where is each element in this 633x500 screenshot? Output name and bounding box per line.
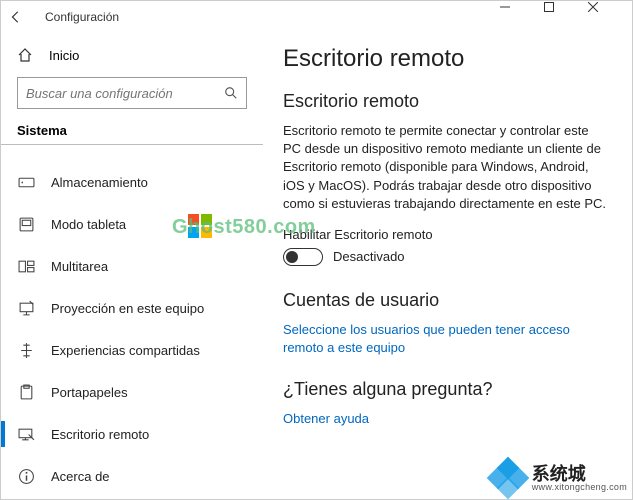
section-remote-desktop-description: Escritorio remoto te permite conectar y … [283, 122, 608, 213]
multitask-icon [17, 257, 35, 275]
main-panel: Escritorio remoto Escritorio remoto Escr… [263, 33, 632, 499]
search-box[interactable] [17, 77, 247, 109]
sidebar-item-clipboard[interactable]: Portapapeles [1, 371, 263, 413]
projection-icon [17, 299, 35, 317]
sidebar-item-label: Portapapeles [51, 385, 128, 400]
close-button[interactable] [588, 2, 632, 32]
clipboard-icon [17, 383, 35, 401]
sidebar-item-label: Escritorio remoto [51, 427, 149, 442]
sidebar-section-title: Sistema [1, 123, 263, 145]
home-label: Inicio [49, 48, 79, 63]
storage-icon [17, 173, 35, 191]
brand-name: 系统城 [532, 465, 627, 483]
sidebar: Inicio Sistema Almacenamiento Modo table… [1, 33, 263, 499]
share-icon [17, 341, 35, 359]
sidebar-item-tablet-mode[interactable]: Modo tableta [1, 203, 263, 245]
tablet-icon [17, 215, 35, 233]
search-icon [224, 86, 238, 100]
sidebar-item-label: Multitarea [51, 259, 108, 274]
sidebar-item-label: Almacenamiento [51, 175, 148, 190]
brand-diamond-icon [490, 460, 526, 496]
brand-url: www.xitongcheng.com [532, 483, 627, 492]
remote-desktop-toggle-state: Desactivado [333, 249, 405, 264]
remote-desktop-toggle-row: Desactivado [283, 248, 608, 266]
get-help-link[interactable]: Obtener ayuda [283, 410, 608, 428]
section-help-title: ¿Tienes alguna pregunta? [283, 379, 608, 400]
maximize-button[interactable] [544, 2, 588, 32]
select-users-link[interactable]: Seleccione los usuarios que pueden tener… [283, 321, 608, 357]
window-title: Configuración [45, 10, 119, 24]
remote-desktop-toggle[interactable] [283, 248, 323, 266]
sidebar-item-multitasking[interactable]: Multitarea [1, 245, 263, 287]
sidebar-item-about[interactable]: Acerca de [1, 455, 263, 497]
home-icon [17, 47, 35, 63]
content-area: Inicio Sistema Almacenamiento Modo table… [1, 33, 632, 499]
titlebar: Configuración [1, 1, 632, 33]
home-nav[interactable]: Inicio [1, 41, 263, 73]
sidebar-item-remote-desktop[interactable]: Escritorio remoto [1, 413, 263, 455]
sidebar-item-projecting[interactable]: Proyección en este equipo [1, 287, 263, 329]
sidebar-item-label: Acerca de [51, 469, 110, 484]
page-title: Escritorio remoto [283, 45, 608, 73]
settings-window: Configuración Inicio [0, 0, 633, 500]
sidebar-item-label: Modo tableta [51, 217, 126, 232]
minimize-button[interactable] [500, 2, 544, 32]
sidebar-item-label: Proyección en este equipo [51, 301, 204, 316]
section-user-accounts-title: Cuentas de usuario [283, 290, 608, 311]
sidebar-item-label: Experiencias compartidas [51, 343, 200, 358]
section-remote-desktop-title: Escritorio remoto [283, 91, 608, 112]
search-input[interactable] [26, 86, 224, 101]
sidebar-item-shared-experiences[interactable]: Experiencias compartidas [1, 329, 263, 371]
brand-badge: 系统城 www.xitongcheng.com [490, 460, 627, 496]
back-button[interactable] [9, 10, 37, 24]
sidebar-nav-list: Almacenamiento Modo tableta Multitarea P… [1, 161, 263, 499]
info-icon [17, 467, 35, 485]
remote-desktop-icon [17, 425, 35, 443]
remote-desktop-toggle-label: Habilitar Escritorio remoto [283, 227, 608, 242]
sidebar-item-storage[interactable]: Almacenamiento [1, 161, 263, 203]
